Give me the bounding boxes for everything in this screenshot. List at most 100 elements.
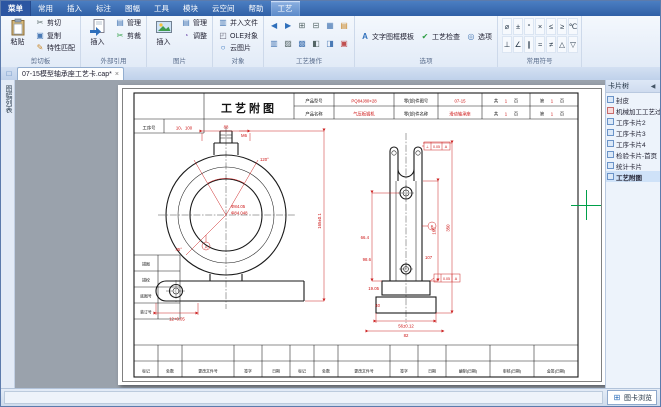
merge-cells-button[interactable]	[281, 35, 295, 53]
tree-item-op-card-3[interactable]: 工序卡片3	[606, 127, 660, 138]
drawing-canvas[interactable]: 工艺附图 产品型号 PQ84J80×28 零(部)件图号 07-15 共 1 页…	[15, 80, 605, 389]
symbol-angle-button[interactable]: ∠	[513, 36, 523, 53]
tree-item-inspection-card[interactable]: 检验卡片-首页	[606, 149, 660, 160]
symbol-triangle-up-button[interactable]: △	[557, 36, 567, 53]
tab-tools[interactable]: 工具	[147, 1, 176, 16]
fill-table-button[interactable]	[323, 17, 337, 35]
tree-item-op-card-2[interactable]: 工序卡片2	[606, 116, 660, 127]
next-card-button[interactable]	[281, 17, 295, 35]
edit-table-button[interactable]	[337, 17, 351, 35]
cut-icon	[35, 18, 45, 28]
drawing-sheet[interactable]: 工艺附图 产品型号 PQ84J80×28 零(部)件图号 07-15 共 1 页…	[118, 85, 605, 385]
symbol-parallel-button[interactable]: ∥	[524, 36, 534, 53]
product-name-label: 产品名称	[305, 111, 323, 118]
cloud-image-button[interactable]: 云图片	[216, 42, 260, 55]
options-button[interactable]: 选项	[464, 31, 494, 44]
process-check-button[interactable]: 工艺检查	[418, 31, 462, 44]
tab-common[interactable]: 常用	[31, 1, 60, 16]
paste-button[interactable]: 粘贴	[4, 17, 31, 48]
group-symbols: ⌀ ± ° × ≤ ≥ ℃ ⊥ ∠ ∥ ≈ ≠ △ ▽ 常用符号	[498, 16, 582, 67]
tab-module[interactable]: 模块	[176, 1, 205, 16]
group-image: 插入 管理 调整 图片	[147, 16, 213, 67]
symbol-diameter-button[interactable]: ⌀	[502, 18, 512, 35]
document-tab-bar: 07-15模型轴承座工艺卡.cap* ×	[1, 67, 660, 80]
symbol-approx-button[interactable]: ≈	[535, 36, 545, 53]
tree-item-stats-card[interactable]: 统计卡片	[606, 160, 660, 171]
pages2-gong: 共	[494, 111, 499, 118]
bt-cell-2: 更改文件号	[198, 369, 218, 374]
symbol-lessequal-button[interactable]: ≤	[546, 18, 556, 35]
tree-item-op-card-4[interactable]: 工序卡片4	[606, 138, 660, 149]
tab-menu[interactable]: 菜单	[1, 1, 31, 16]
tree-item-process-card[interactable]: 机械加工工艺过程卡片	[606, 105, 660, 116]
collapse-panel-icon[interactable]	[648, 81, 658, 91]
image-insert-button[interactable]: 插入	[150, 17, 177, 48]
insert-row-button[interactable]	[295, 17, 309, 35]
ole-object-button[interactable]: OLE对象	[216, 30, 260, 43]
dim-12-tol: 12+0.05	[169, 317, 185, 322]
group-xref: 插入 管理 剪裁 外部引用	[81, 16, 147, 67]
merge-file-button[interactable]: 并入文件	[216, 17, 260, 30]
merge-file-icon	[218, 18, 228, 28]
tree-item-cover[interactable]: 封皮	[606, 94, 660, 105]
xref-insert-button[interactable]: 插入	[84, 17, 111, 48]
cell-format-button[interactable]	[337, 35, 351, 53]
cut-button[interactable]: 剪切	[33, 17, 77, 30]
tab-process-active[interactable]: 工艺	[271, 1, 300, 16]
frame-list-tab[interactable]: 图幅列表	[1, 80, 13, 113]
row-ops-icon	[269, 39, 279, 49]
tree-item-label: 封皮	[616, 95, 629, 105]
tab-annotate[interactable]: 标注	[89, 1, 118, 16]
xref-clip-button[interactable]: 剪裁	[113, 30, 143, 43]
group-label-options: 选项	[358, 57, 494, 67]
tab-help[interactable]: 帮助	[242, 1, 271, 16]
dim-40: 40	[375, 303, 380, 308]
copy-button[interactable]: 复制	[33, 30, 77, 43]
document-tab[interactable]: 07-15模型轴承座工艺卡.cap* ×	[17, 67, 124, 80]
group-label-clipboard: 剪切板	[4, 57, 77, 67]
symbol-plusminus-button[interactable]: ±	[513, 18, 523, 35]
pages2-di: 第	[540, 111, 545, 118]
bt-cell-7: 更改文件号	[354, 369, 374, 374]
xref-manage-button[interactable]: 管理	[113, 17, 143, 30]
close-document-icon[interactable]: ×	[115, 71, 119, 78]
bt-cell-1: 处数	[166, 369, 174, 374]
symbol-celsius-button[interactable]: ℃	[568, 18, 578, 35]
symbol-degree-button[interactable]: °	[524, 18, 534, 35]
match-properties-button[interactable]: 特性匹配	[33, 42, 77, 55]
symbol-perpendicular-button[interactable]: ⊥	[502, 36, 512, 53]
options-label: 选项	[478, 32, 492, 42]
image-insert-icon	[155, 18, 173, 36]
image-adjust-button[interactable]: 调整	[179, 30, 209, 43]
delete-row-icon	[311, 21, 321, 31]
card-browse-button[interactable]: 图卡浏览	[607, 390, 657, 405]
pages2-current: 1	[551, 112, 554, 117]
dim-98-6: 98.6	[363, 257, 372, 262]
tab-frame[interactable]: 图幅	[118, 1, 147, 16]
symbol-times-button[interactable]: ×	[535, 18, 545, 35]
row-ops-button[interactable]	[267, 35, 281, 53]
tree-item-process-figure[interactable]: 工艺附图	[606, 171, 660, 182]
tree-item-label: 检验卡片-首页	[616, 150, 657, 160]
tab-insert[interactable]: 插入	[60, 1, 89, 16]
symbol-triangle-down-button[interactable]: ▽	[568, 36, 578, 53]
cloud-image-label: 云图片	[230, 43, 251, 53]
prev-card-icon	[269, 21, 279, 31]
tree-item-label: 机械加工工艺过程卡片	[616, 106, 660, 116]
shift-right-button[interactable]	[323, 35, 337, 53]
image-insert-label: 插入	[157, 37, 171, 47]
split-cells-button[interactable]	[295, 35, 309, 53]
symbol-notequal-button[interactable]: ≠	[546, 36, 556, 53]
tab-cloud[interactable]: 云空间	[205, 1, 242, 16]
prev-card-button[interactable]	[267, 17, 281, 35]
gdt1-symbol: ⊥	[426, 145, 430, 149]
image-manage-button[interactable]: 管理	[179, 17, 209, 30]
edit-table-icon	[339, 21, 349, 31]
symbol-greaterequal-button[interactable]: ≥	[557, 18, 567, 35]
text-frame-template-button[interactable]: 文字图框模板	[358, 31, 416, 44]
shift-left-button[interactable]	[309, 35, 323, 53]
delete-row-button[interactable]	[309, 17, 323, 35]
side-view	[376, 133, 436, 323]
split-cells-icon	[297, 39, 307, 49]
gdt1-value: 0.05	[433, 145, 440, 149]
